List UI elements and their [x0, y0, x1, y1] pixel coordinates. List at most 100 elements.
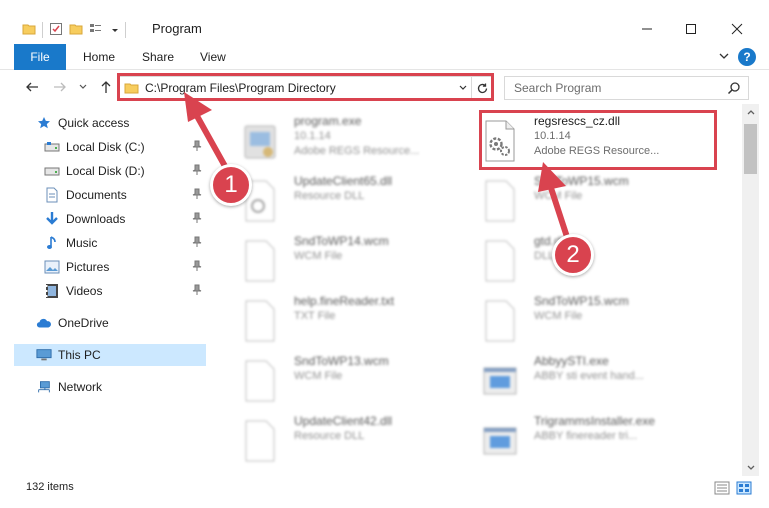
item-count: 132 items [26, 481, 74, 493]
app-file-icon [483, 367, 517, 395]
nav-network[interactable]: Network [14, 376, 206, 398]
up-button[interactable] [96, 77, 116, 97]
arrow-up-icon [101, 81, 111, 93]
maximize-icon [686, 24, 696, 34]
close-button[interactable] [714, 16, 760, 42]
nav-quick-access[interactable]: Quick access [14, 112, 206, 134]
exe-file-icon [244, 125, 276, 159]
file-icon [245, 360, 275, 402]
scrollbar-thumb[interactable] [744, 124, 757, 174]
file-item-gtd-dll[interactable]: gtd.dll DLL File [476, 234, 716, 290]
nav-documents[interactable]: Documents [14, 184, 206, 206]
pictures-icon [44, 259, 60, 275]
chevron-down-icon [747, 465, 754, 470]
drive-icon [44, 139, 60, 155]
pin-icon[interactable] [192, 212, 202, 227]
arrow-right-icon [54, 82, 66, 92]
nav-videos[interactable]: Videos [14, 280, 206, 302]
qat-separator [42, 22, 43, 38]
address-bar-highlight [117, 73, 494, 101]
pin-icon[interactable] [192, 188, 202, 203]
music-icon [44, 235, 60, 251]
file-highlight [479, 110, 717, 170]
tiles-view-icon [736, 481, 752, 495]
window-title: Program [152, 21, 202, 36]
pin-icon[interactable] [192, 284, 202, 299]
ribbon-expand-button[interactable] [718, 50, 730, 65]
file-item-abbyysti-exe[interactable]: AbbyySTI.exe ABBY sti event hand... [476, 354, 716, 410]
tab-share[interactable]: Share [142, 44, 174, 70]
close-icon [731, 23, 743, 35]
details-view-button[interactable] [714, 481, 730, 495]
maximize-button[interactable] [668, 16, 714, 42]
computer-icon [36, 347, 52, 363]
folder-icon[interactable] [22, 22, 36, 39]
file-icon [485, 240, 515, 282]
file-item-sndtowp14[interactable]: SndToWP14.wcm WCM File [236, 234, 476, 290]
star-icon [36, 115, 52, 131]
network-icon [36, 379, 52, 395]
app-file-icon [483, 427, 517, 455]
file-icon [245, 300, 275, 342]
drive-icon [44, 163, 60, 179]
nav-downloads[interactable]: Downloads [14, 208, 206, 230]
layout-icon[interactable] [89, 22, 105, 39]
vertical-scrollbar[interactable] [742, 104, 759, 476]
nav-pictures[interactable]: Pictures [14, 256, 206, 278]
file-icon [485, 300, 515, 342]
new-folder-icon[interactable] [69, 22, 83, 39]
help-button[interactable]: ? [738, 48, 756, 66]
minimize-button[interactable] [624, 16, 670, 42]
navigation-pane: Quick access Local Disk (C:) Local Disk … [0, 104, 212, 476]
file-item-help-finereader[interactable]: help.fineReader.txt TXT File [236, 294, 476, 350]
file-item-sndtowp13[interactable]: SndToWP13.wcm WCM File [236, 354, 476, 410]
downloads-icon [44, 211, 60, 227]
minimize-icon [642, 28, 652, 30]
step-badge-2: 2 [552, 234, 594, 276]
back-button[interactable] [22, 77, 42, 97]
ribbon: File Home Share View ? [0, 44, 769, 70]
search-icon[interactable] [727, 81, 741, 98]
file-item-trigrammsinstaller-exe[interactable]: TrigrammsInstaller.exe ABBY finereader t… [476, 414, 716, 470]
file-item-updateclient65[interactable]: UpdateClient65.dll Resource DLL [236, 174, 476, 230]
tab-view[interactable]: View [200, 44, 226, 70]
pin-icon[interactable] [192, 236, 202, 251]
scroll-up-button[interactable] [742, 104, 759, 120]
arrow-left-icon [26, 82, 38, 92]
tab-home[interactable]: Home [83, 44, 115, 70]
chevron-down-icon [79, 84, 87, 89]
file-item-sndtowp15[interactable]: SndToWP15.wcm WCM File [476, 174, 716, 230]
file-item-sndtowp15-b[interactable]: SndToWP15.wcm WCM File [476, 294, 716, 350]
properties-icon[interactable] [49, 22, 63, 39]
chevron-up-icon [747, 110, 754, 115]
videos-icon [44, 283, 60, 299]
nav-music[interactable]: Music [14, 232, 206, 254]
search-input[interactable]: Search Program [514, 81, 601, 95]
status-bar: 132 items [0, 478, 769, 498]
pin-icon[interactable] [192, 260, 202, 275]
file-icon [485, 180, 515, 222]
customize-toolbar-icon[interactable] [111, 23, 119, 37]
scroll-down-button[interactable] [742, 460, 759, 476]
qat-separator [125, 22, 126, 38]
quick-access-toolbar [22, 20, 126, 40]
chevron-down-icon [719, 53, 729, 59]
details-view-icon [714, 481, 730, 495]
nav-local-disk-d[interactable]: Local Disk (D:) [14, 160, 206, 182]
file-item-program-exe[interactable]: program.exe 10.1.14 Adobe REGS Resource.… [236, 114, 476, 170]
documents-icon [44, 187, 60, 203]
pin-icon[interactable] [192, 140, 202, 155]
cloud-icon [36, 315, 52, 331]
title-bar: Program [0, 0, 769, 42]
recent-locations-button[interactable] [76, 77, 90, 97]
pin-icon[interactable] [192, 164, 202, 179]
step-badge-1: 1 [210, 164, 252, 206]
nav-this-pc[interactable]: This PC [14, 344, 206, 366]
tiles-view-button[interactable] [736, 481, 752, 495]
file-item-updateclient42[interactable]: UpdateClient42.dll Resource DLL [236, 414, 476, 470]
nav-onedrive[interactable]: OneDrive [14, 312, 206, 334]
search-box[interactable]: Search Program [504, 76, 749, 100]
tab-file[interactable]: File [14, 44, 66, 70]
forward-button[interactable] [50, 77, 70, 97]
nav-local-disk-c[interactable]: Local Disk (C:) [14, 136, 206, 158]
